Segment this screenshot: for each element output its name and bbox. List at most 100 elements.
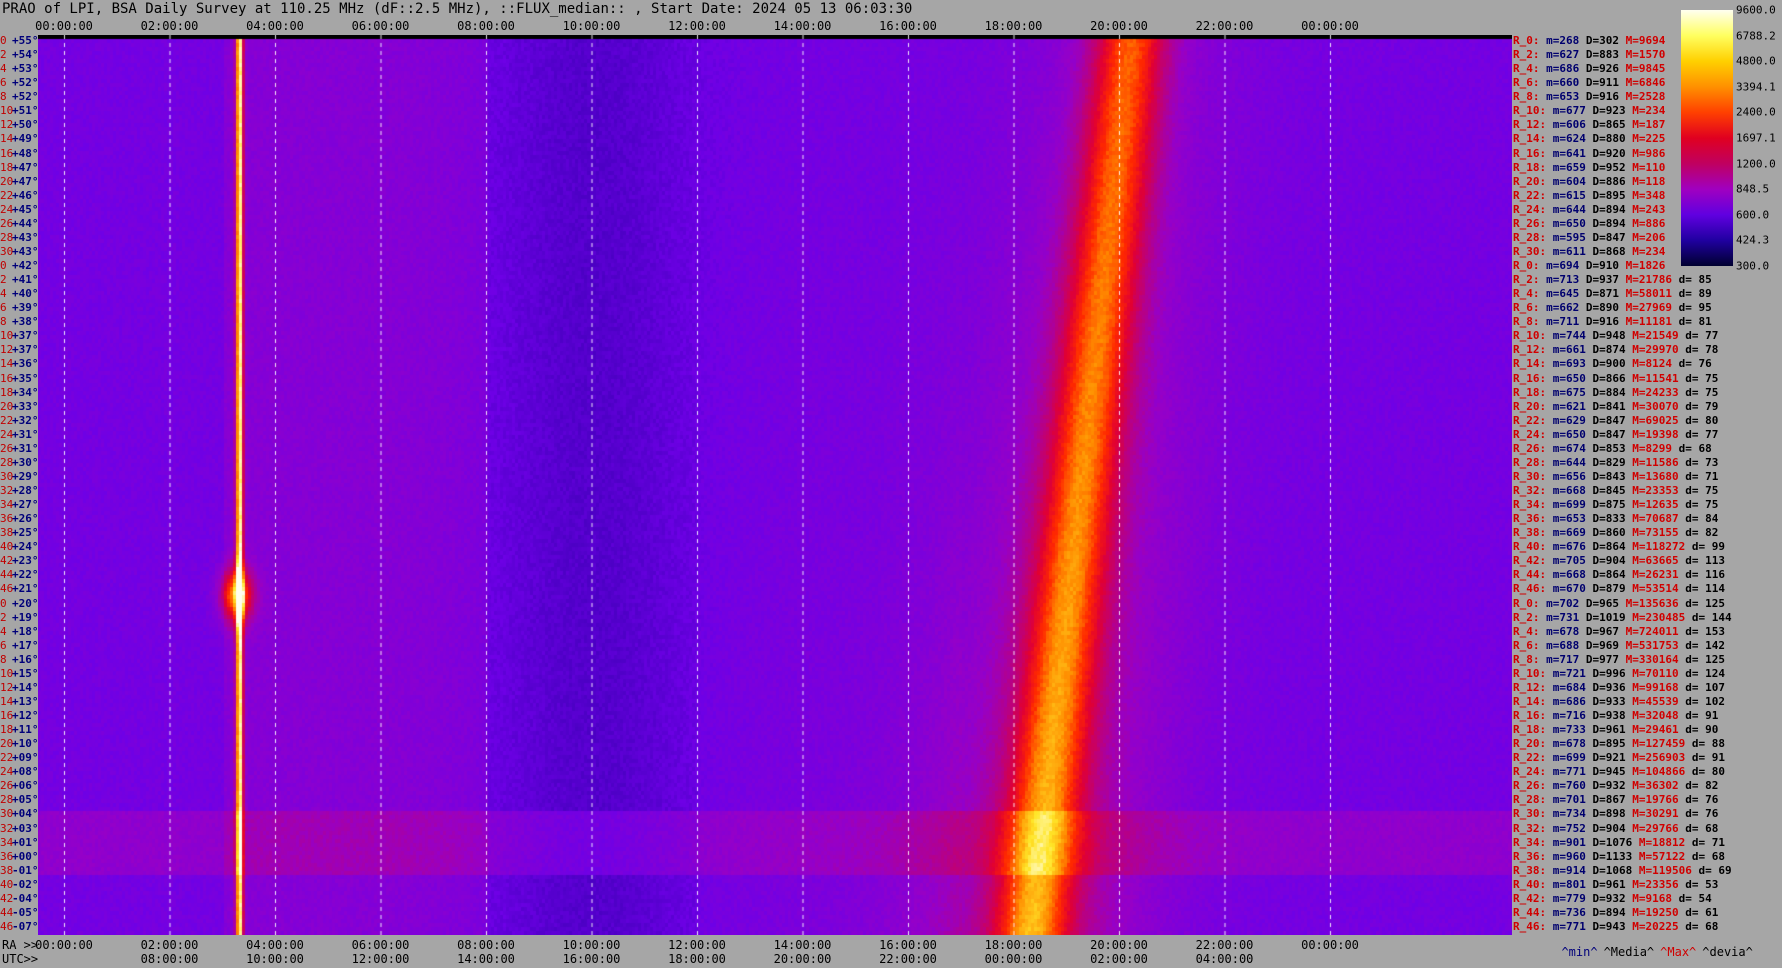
stat-row: R_42: m=705 D=904 M=63665 d= 113 bbox=[1513, 555, 1732, 569]
ra-axis-tick: 16:00:00 bbox=[879, 938, 937, 952]
stat-median: D=890 bbox=[1585, 301, 1626, 315]
stat-ring: R_14: bbox=[1513, 357, 1553, 371]
stat-max: M=11541 bbox=[1632, 371, 1686, 385]
stat-max: M=19766 bbox=[1632, 793, 1686, 807]
row-number: 10 bbox=[0, 329, 14, 343]
stat-ring: R_36: bbox=[1513, 849, 1553, 863]
stat-max: M=330164 bbox=[1625, 652, 1686, 666]
stat-devia: d= 71 bbox=[1685, 469, 1725, 483]
row-number: 38 bbox=[0, 863, 14, 877]
stat-ring: R_34: bbox=[1513, 835, 1553, 849]
stat-ring: R_6: bbox=[1513, 301, 1547, 315]
stat-min: m=668 bbox=[1552, 568, 1593, 582]
stat-ring: R_18: bbox=[1513, 160, 1553, 174]
stat-ring: R_16: bbox=[1513, 709, 1553, 722]
stat-max: M=11181 bbox=[1625, 315, 1679, 329]
heatmap-plot bbox=[38, 35, 1512, 935]
stat-max: M=19250 bbox=[1632, 905, 1686, 919]
stat-median: D=847 bbox=[1592, 230, 1633, 244]
stat-ring: R_10: bbox=[1513, 666, 1553, 680]
stat-row: R_16: m=716 D=938 M=32048 d= 91 bbox=[1513, 710, 1725, 724]
stat-row: R_12: m=684 D=936 M=99168 d= 107 bbox=[1513, 680, 1732, 696]
stat-max: M=99168 bbox=[1632, 680, 1686, 694]
stat-median: D=910 bbox=[1585, 259, 1626, 272]
stat-row: R_2: m=713 D=937 M=21786 d= 85 bbox=[1513, 274, 1718, 288]
stat-min: m=668 bbox=[1552, 484, 1593, 497]
row-number: 44 bbox=[0, 568, 14, 582]
stat-devia: d= 61 bbox=[1685, 905, 1725, 919]
row-number: 26 bbox=[0, 216, 14, 230]
stat-row: R_38: m=914 D=1068 M=119506 d= 69 bbox=[1513, 864, 1738, 879]
ra-axis-tick: 08:00:00 bbox=[457, 938, 515, 952]
stat-devia: d= 76 bbox=[1685, 807, 1725, 821]
row-number: 2 bbox=[0, 610, 7, 624]
stat-max: M=18812 bbox=[1638, 835, 1692, 849]
stat-max: M=26231 bbox=[1632, 568, 1686, 582]
ra-axis-tick: 18:00:00 bbox=[984, 938, 1043, 952]
stat-max: M=1570 bbox=[1625, 48, 1672, 62]
stat-min: m=644 bbox=[1552, 202, 1593, 216]
utc-axis-tick: 14:00:00 bbox=[457, 952, 515, 966]
top-axis-tick: 22:00:00 bbox=[1195, 19, 1254, 33]
stat-ring: R_28: bbox=[1513, 455, 1553, 469]
utc-axis-tick: 04:00:00 bbox=[1195, 952, 1254, 966]
row-number: 12 bbox=[0, 118, 14, 132]
stat-min: m=760 bbox=[1552, 779, 1593, 793]
stat-devia: d= 75 bbox=[1685, 371, 1725, 385]
top-axis-tick: 18:00:00 bbox=[984, 19, 1043, 33]
stat-min: m=744 bbox=[1552, 329, 1593, 343]
stat-median: D=932 bbox=[1592, 891, 1633, 905]
stat-median: D=841 bbox=[1592, 399, 1633, 413]
row-number: 8 bbox=[0, 652, 7, 666]
stat-devia: d= 73 bbox=[1685, 455, 1725, 469]
stat-row: R_14: m=693 D=900 M=8124 d= 76 bbox=[1513, 358, 1718, 372]
row-number: 8 bbox=[0, 315, 7, 329]
stat-row: R_24: m=644 D=894 M=243 bbox=[1513, 202, 1672, 218]
stat-max: M=13680 bbox=[1632, 469, 1686, 483]
stat-row: R_16: m=641 D=920 M=986 bbox=[1513, 147, 1672, 162]
stat-median: D=938 bbox=[1592, 709, 1633, 722]
stat-max: M=12635 bbox=[1632, 498, 1686, 512]
stat-max: M=1826 bbox=[1625, 259, 1672, 272]
row-number: 12 bbox=[0, 343, 14, 357]
stat-ring: R_42: bbox=[1513, 554, 1553, 568]
stat-devia: d= 113 bbox=[1685, 554, 1732, 568]
stat-max: M=73155 bbox=[1632, 526, 1686, 540]
stat-ring: R_0: bbox=[1513, 259, 1547, 272]
stat-row: R_12: m=661 D=874 M=29970 d= 78 bbox=[1513, 344, 1725, 358]
stat-min: m=662 bbox=[1546, 301, 1586, 315]
row-number: 4 bbox=[0, 287, 7, 301]
stat-max: M=11586 bbox=[1632, 455, 1686, 469]
row-number: 40 bbox=[0, 877, 14, 891]
stat-row: R_6: m=688 D=969 M=531753 d= 142 bbox=[1513, 639, 1732, 654]
row-number: 28 bbox=[0, 230, 14, 244]
stat-row: R_28: m=644 D=829 M=11586 d= 73 bbox=[1513, 455, 1725, 471]
stat-row: R_20: m=678 D=895 M=127459 d= 88 bbox=[1513, 738, 1732, 752]
ra-axis-tick: 00:00:00 bbox=[35, 938, 93, 952]
legend-median: ^Media^ bbox=[1603, 945, 1655, 959]
stat-max: M=256903 bbox=[1632, 751, 1692, 765]
stat-row: R_36: m=960 D=1133 M=57122 d= 68 bbox=[1513, 849, 1732, 865]
stat-ring: R_4: bbox=[1513, 624, 1547, 638]
utc-axis-tick: 08:00:00 bbox=[140, 952, 199, 966]
stat-max: M=206 bbox=[1632, 230, 1672, 244]
stat-ring: R_44: bbox=[1513, 568, 1553, 582]
colorbar-tick: 9600.0 bbox=[1736, 3, 1776, 17]
stat-min: m=653 bbox=[1552, 512, 1593, 526]
row-number: 10 bbox=[0, 104, 14, 118]
stat-median: D=871 bbox=[1585, 287, 1626, 301]
stat-row: R_28: m=701 D=867 M=19766 d= 76 bbox=[1513, 794, 1725, 808]
stat-median: D=977 bbox=[1585, 652, 1626, 666]
stat-median: D=302 bbox=[1585, 34, 1626, 47]
stat-median: D=879 bbox=[1592, 582, 1633, 596]
stat-min: m=678 bbox=[1552, 737, 1593, 751]
stat-row: R_24: m=650 D=847 M=19398 d= 77 bbox=[1513, 428, 1725, 443]
stat-median: D=921 bbox=[1592, 751, 1633, 765]
row-number: 16 bbox=[0, 146, 14, 160]
stat-median: D=1133 bbox=[1592, 849, 1639, 863]
row-number: 26 bbox=[0, 779, 14, 793]
stat-row: R_30: m=734 D=898 M=30291 d= 76 bbox=[1513, 808, 1725, 822]
stat-ring: R_30: bbox=[1513, 244, 1553, 258]
stat-median: D=829 bbox=[1592, 455, 1633, 469]
stat-median: D=932 bbox=[1592, 779, 1633, 793]
